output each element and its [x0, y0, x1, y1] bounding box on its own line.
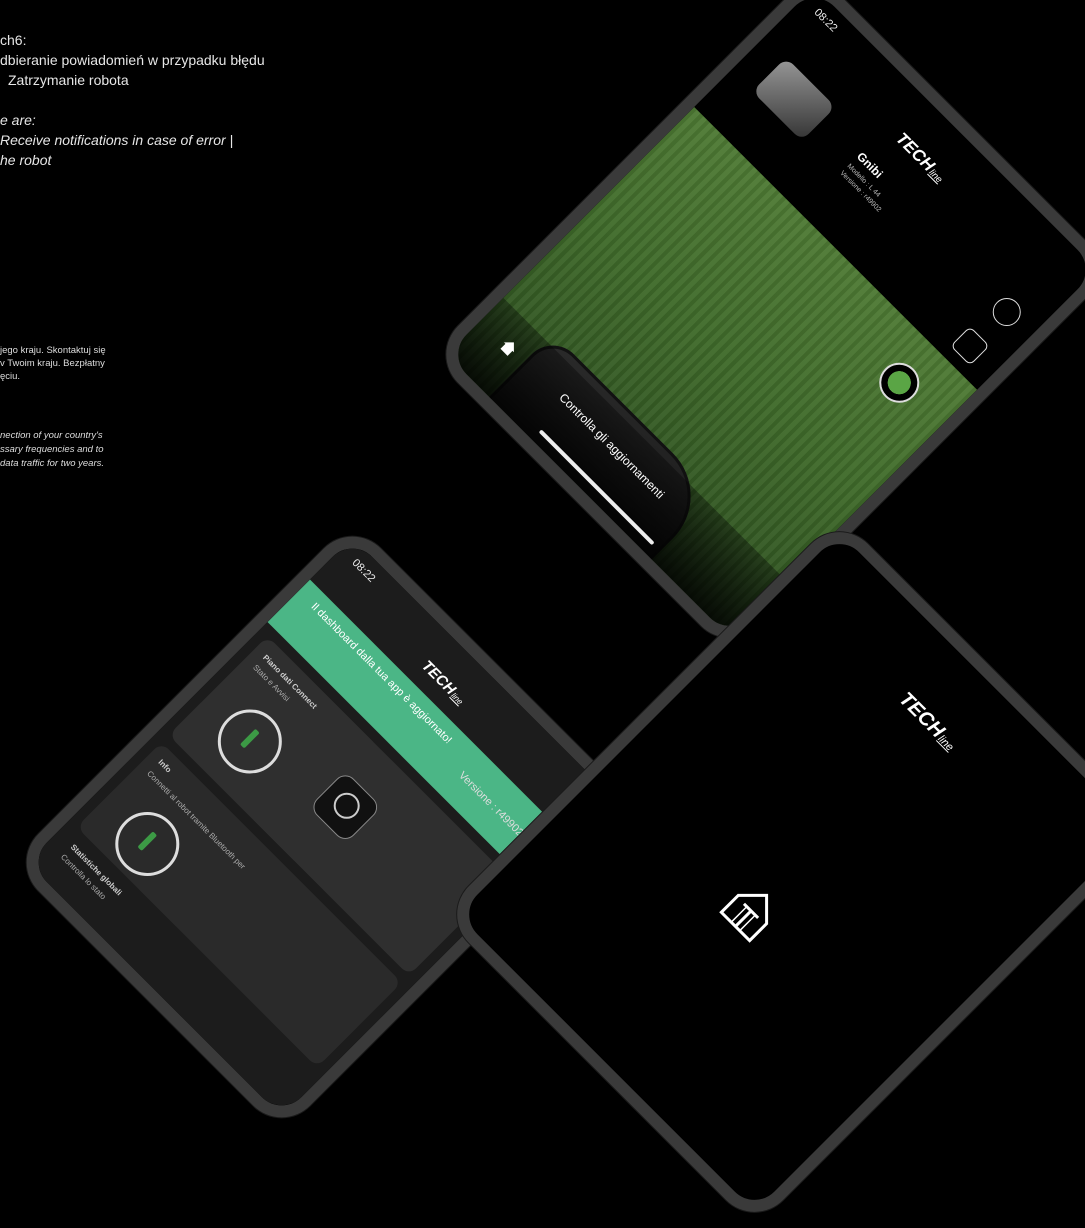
phone-screen-splash: TECHline	[458, 533, 1085, 1212]
polish-line-1: ch6:	[0, 32, 27, 48]
home-icon[interactable]	[496, 335, 521, 360]
status-time: 08:22	[349, 556, 378, 585]
mower-status-button[interactable]	[870, 354, 928, 411]
status-ring[interactable]	[102, 798, 193, 890]
small-english-1: nection of your country's	[0, 430, 103, 441]
polish-line-3: Zatrzymanie robota	[8, 72, 129, 88]
house-logo-icon	[719, 893, 769, 943]
home-indicator	[538, 429, 655, 546]
status-ring[interactable]	[204, 696, 296, 787]
logo-subtext: line	[935, 733, 956, 754]
status-time: 08:22	[811, 6, 840, 35]
phone-screen-top: 08:22 TECHline Gnibi Modello : L 44 Vers…	[446, 0, 1085, 638]
edit-icon[interactable]	[950, 326, 990, 366]
polish-line-2: dbieranie powiadomień w przypadku błędu	[0, 52, 265, 68]
phone-screen-left: 08:22 TECHline Il dashboard dalla tua ap…	[27, 537, 607, 1117]
center-control[interactable]	[308, 770, 383, 844]
settings-icon[interactable]	[986, 292, 1027, 332]
small-polish-1: jego kraju. Skontaktuj się	[0, 345, 106, 356]
feature-copy: ch6: dbieranie powiadomień w przypadku b…	[0, 0, 380, 500]
small-polish-3: ęciu.	[0, 371, 21, 382]
small-english-2: ssary frequencies and to	[0, 444, 104, 455]
logo-subtext: line	[927, 167, 945, 185]
section-title: Info	[156, 757, 174, 775]
techline-logo: TECHline	[894, 688, 962, 756]
robot-thumbnail	[752, 57, 836, 141]
phone-mockup-splash: TECHline	[440, 515, 1085, 1228]
logo-subtext: line	[449, 691, 465, 707]
small-polish-2: v Twoim kraju. Bezpłatny	[0, 358, 105, 369]
english-line-2: Receive notifications in case of error |	[0, 132, 234, 148]
small-english-3: data traffic for two years.	[0, 458, 105, 469]
english-line-1: e are:	[0, 112, 36, 128]
phone-mockup-top: 08:22 TECHline Gnibi Modello : L 44 Vers…	[429, 0, 1085, 655]
english-line-3: he robot	[0, 152, 52, 168]
techline-logo: TECHline	[892, 129, 950, 187]
